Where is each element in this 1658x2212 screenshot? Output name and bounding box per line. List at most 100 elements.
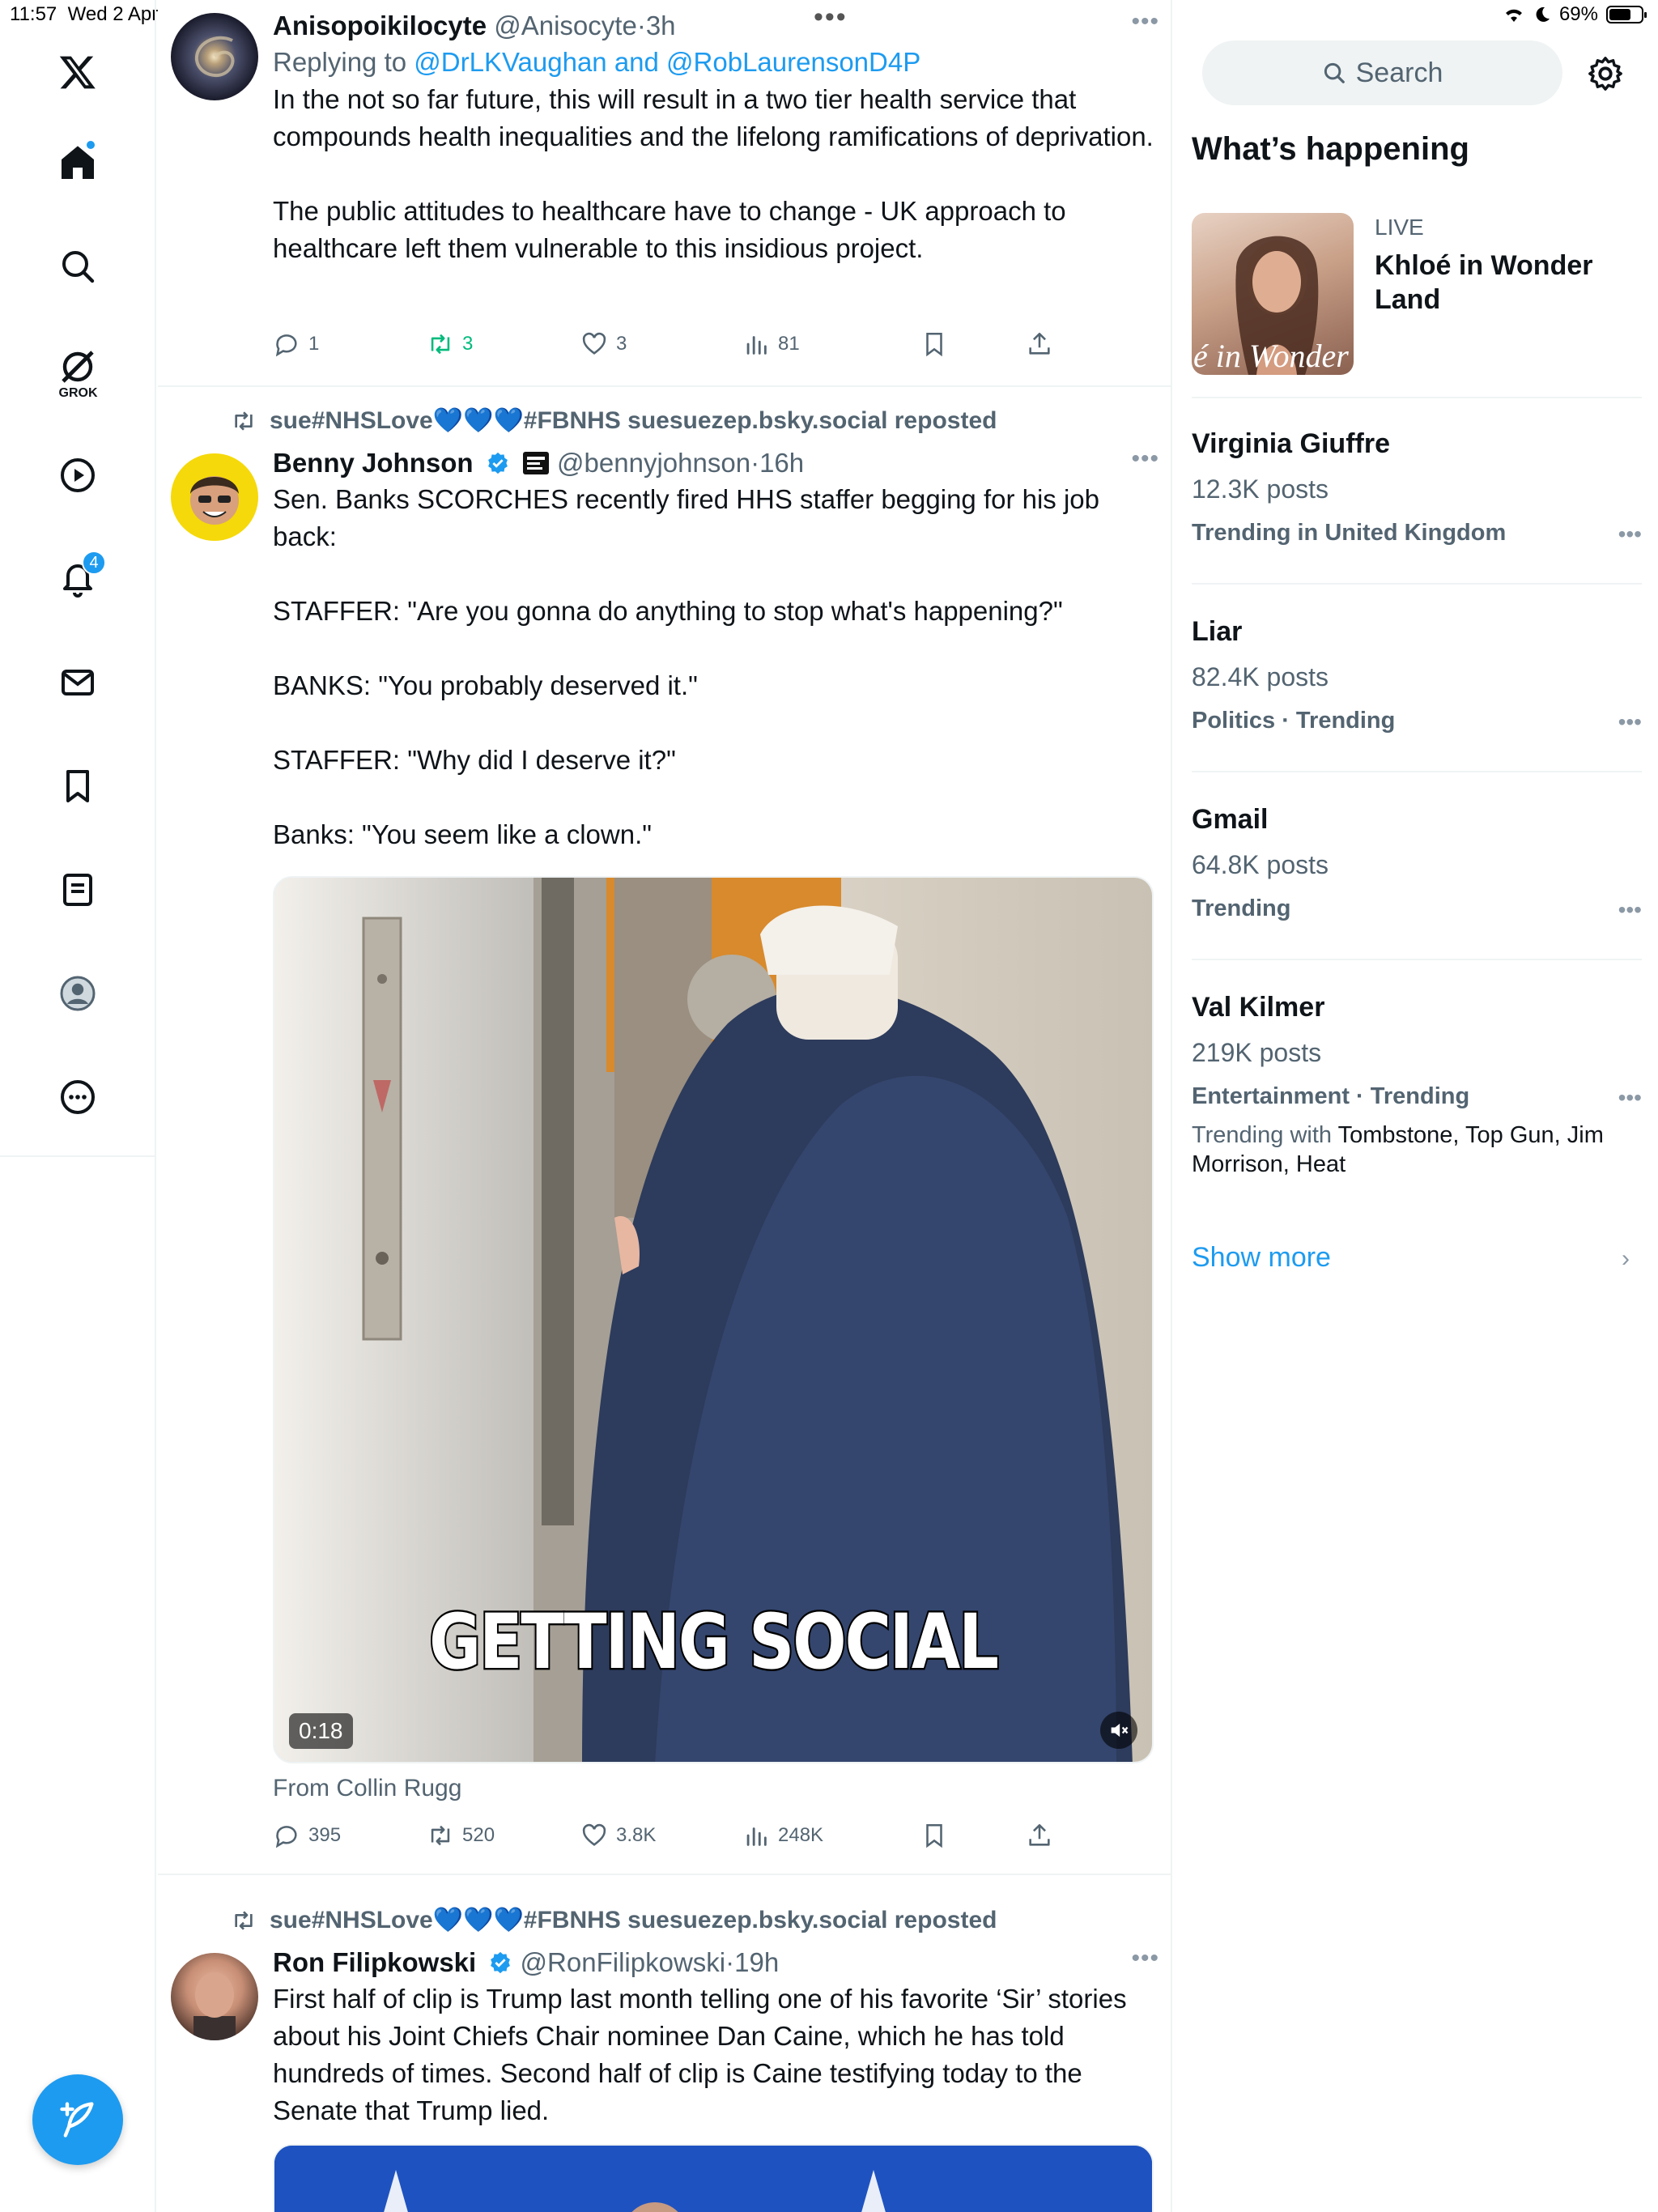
author-handle[interactable]: @Anisocyte xyxy=(494,11,637,40)
trend-more-icon[interactable]: ••• xyxy=(1618,709,1642,735)
play-icon[interactable] xyxy=(51,449,104,502)
trend-item[interactable]: Virginia Giuffre 12.3K posts Trending in… xyxy=(1192,426,1642,549)
verified-badge-icon xyxy=(491,1951,511,1974)
repost-button[interactable]: 3 xyxy=(427,330,473,358)
trend-meta: Trending in United Kingdom xyxy=(1192,520,1507,546)
heart-icon xyxy=(582,332,606,355)
share-icon xyxy=(1029,332,1050,355)
reposted-by[interactable]: sue#NHSLove💙💙💙#FBNHS suesuezep.bsky.soci… xyxy=(270,1906,997,1934)
gear-icon[interactable] xyxy=(1587,55,1624,92)
tweet-time[interactable]: 16h xyxy=(759,448,804,478)
video-player[interactable]: GETTING SOCIAL 0:18 xyxy=(273,876,1154,1763)
trend-posts: 82.4K posts xyxy=(1192,662,1329,691)
reply-count: 1 xyxy=(308,333,320,355)
video-scene xyxy=(274,2146,1152,2212)
repost-context: sue#NHSLove💙💙💙#FBNHS suesuezep.bsky.soci… xyxy=(231,1906,997,1934)
replying-to-links[interactable]: @DrLKVaughan and @RobLaurensonD4P xyxy=(414,47,920,77)
search-icon[interactable] xyxy=(51,240,104,293)
mail-icon[interactable] xyxy=(51,656,104,709)
tweet-text: Sen. Banks SCORCHES recently fired HHS s… xyxy=(273,484,1100,849)
author-handle[interactable]: @RonFilipkowski xyxy=(521,1947,726,1977)
tweet-actions: 1 3 3 81 xyxy=(273,330,1082,363)
author-name[interactable]: Ron Filipkowski xyxy=(273,1947,476,1977)
tweet-text: In the not so far future, this will resu… xyxy=(273,84,1154,263)
video-player[interactable] xyxy=(273,2144,1154,2212)
views-icon xyxy=(746,1827,767,1846)
avatar[interactable] xyxy=(171,13,258,100)
repost-context-icon xyxy=(235,410,253,431)
tweet-content: Ron Filipkowski @RonFilipkowski·19h Firs… xyxy=(273,1945,1157,2129)
trend-title: Virginia Giuffre xyxy=(1192,428,1390,459)
trend-title: Gmail xyxy=(1192,804,1269,835)
trend-more-icon[interactable]: ••• xyxy=(1618,521,1642,547)
home-icon[interactable] xyxy=(51,136,104,189)
views-button[interactable]: 248K xyxy=(742,1822,823,1849)
like-count: 3.8K xyxy=(616,1824,657,1846)
tweet-more-icon[interactable]: ••• xyxy=(1131,445,1159,473)
avatar[interactable] xyxy=(171,453,258,541)
reply-button[interactable]: 1 xyxy=(273,330,319,358)
timeline[interactable]: Anisopoikilocyte @Anisocyte·3h Replying … xyxy=(158,0,1172,2212)
avatar[interactable] xyxy=(171,1953,258,2040)
reply-icon xyxy=(275,334,297,357)
live-event-image[interactable]: é in Wonder L xyxy=(1192,213,1354,375)
trend-item[interactable]: Val Kilmer 219K posts Entertainment · Tr… xyxy=(1192,989,1642,1179)
like-count: 3 xyxy=(616,333,627,355)
bookmark-button[interactable] xyxy=(920,330,948,358)
trend-posts: 12.3K posts xyxy=(1192,474,1329,504)
trend-item[interactable]: Liar 82.4K posts Politics · Trending ••• xyxy=(1192,614,1642,737)
like-button[interactable]: 3.8K xyxy=(580,1822,656,1849)
author-name[interactable]: Anisopoikilocyte xyxy=(273,11,487,40)
trend-meta: Entertainment · Trending xyxy=(1192,1083,1470,1109)
views-button[interactable]: 81 xyxy=(742,330,800,358)
search-input[interactable]: Search xyxy=(1202,40,1562,105)
tweet-time[interactable]: 3h xyxy=(646,11,676,40)
tweet[interactable]: sue#NHSLove💙💙💙#FBNHS suesuezep.bsky.soci… xyxy=(158,387,1171,1875)
bookmark-icon xyxy=(926,332,942,357)
bookmark-icon[interactable] xyxy=(51,759,104,813)
tweet-more-icon[interactable]: ••• xyxy=(1131,1945,1159,1972)
reposted-by[interactable]: sue#NHSLove💙💙💙#FBNHS suesuezep.bsky.soci… xyxy=(270,406,997,435)
bookmark-button[interactable] xyxy=(920,1822,948,1849)
tweet-header: Anisopoikilocyte @Anisocyte·3h xyxy=(273,8,1157,44)
author-name[interactable]: Benny Johnson xyxy=(273,448,474,478)
chevron-right-icon: › xyxy=(1622,1245,1630,1272)
x-logo-icon[interactable] xyxy=(51,45,104,99)
divider xyxy=(1192,583,1642,585)
author-handle[interactable]: @bennyjohnson xyxy=(557,448,750,478)
mute-button[interactable] xyxy=(1100,1712,1137,1749)
trend-item[interactable]: Gmail 64.8K posts Trending ••• xyxy=(1192,802,1642,925)
affiliate-badge-icon xyxy=(522,452,549,474)
share-button[interactable] xyxy=(1026,330,1053,358)
more-icon[interactable] xyxy=(51,1070,104,1124)
list-icon[interactable] xyxy=(51,863,104,917)
live-event-title[interactable]: Khloé in Wonder Land xyxy=(1375,249,1642,317)
left-nav: GROK 4 xyxy=(0,0,156,2212)
trend-more-icon[interactable]: ••• xyxy=(1618,1085,1642,1111)
show-more-link[interactable]: Show more xyxy=(1192,1242,1331,1274)
like-button[interactable]: 3 xyxy=(580,330,627,358)
share-button[interactable] xyxy=(1026,1822,1053,1849)
trend-meta: Politics · Trending xyxy=(1192,708,1396,734)
tweet-time[interactable]: 19h xyxy=(734,1947,779,1977)
tweet-text: First half of clip is Trump last month t… xyxy=(273,1984,1134,2125)
time-separator: · xyxy=(725,1947,735,1977)
tweet[interactable]: Anisopoikilocyte @Anisocyte·3h Replying … xyxy=(158,0,1171,387)
live-image-text: é in Wonder L xyxy=(1193,338,1354,374)
repost-button[interactable]: 520 xyxy=(427,1822,495,1849)
tweet[interactable]: sue#NHSLove💙💙💙#FBNHS suesuezep.bsky.soci… xyxy=(158,1875,1171,2212)
compose-icon xyxy=(60,2102,94,2138)
repost-count: 520 xyxy=(462,1824,495,1846)
trend-more-icon[interactable]: ••• xyxy=(1618,897,1642,923)
video-attribution[interactable]: From Collin Rugg xyxy=(273,1775,461,1802)
profile-icon[interactable] xyxy=(51,967,104,1020)
tweet-header: Ron Filipkowski @RonFilipkowski·19h xyxy=(273,1945,1157,1980)
search-placeholder: Search xyxy=(1355,57,1443,88)
divider xyxy=(1192,959,1642,960)
compose-button[interactable] xyxy=(32,2074,123,2165)
reply-button[interactable]: 395 xyxy=(273,1822,341,1849)
whats-happening-heading: What’s happening xyxy=(1192,131,1469,167)
bell-icon[interactable]: 4 xyxy=(51,551,106,606)
tweet-more-icon[interactable]: ••• xyxy=(1131,8,1159,36)
repost-icon xyxy=(431,1825,450,1846)
